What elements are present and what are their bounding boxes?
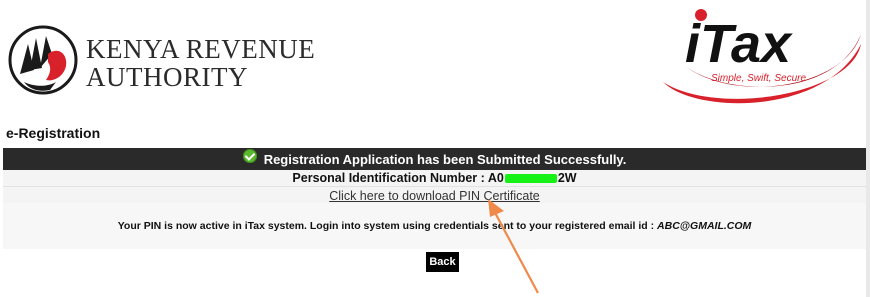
pin-value-end: 2W (557, 171, 577, 185)
org-name-line2: AUTHORITY (86, 62, 248, 92)
info-text: Your PIN is now active in iTax system. L… (117, 220, 658, 232)
itax-tagline: Simple, Swift, Secure (711, 73, 806, 84)
itax-logo-text: iTax (685, 14, 793, 74)
success-message: Registration Application has been Submit… (263, 151, 627, 167)
check-circle-icon (242, 149, 257, 163)
annotation-arrow (488, 199, 539, 294)
success-banner: Registration Application has been Submit… (3, 148, 866, 170)
page-title: e-Registration (6, 125, 101, 141)
registered-email: ABC@GMAIL.COM (657, 220, 752, 232)
org-name-line1: KENYA REVENUE (86, 34, 316, 64)
download-row: Click here to download PIN Certificate (3, 186, 866, 204)
itax-logo: iTax Simple, Swift, Secure (663, 9, 861, 104)
info-message: Your PIN is now active in iTax system. L… (3, 203, 866, 249)
pin-row: Personal Identification Number : A0 2W (3, 170, 866, 186)
kra-lion-logo (8, 25, 78, 95)
back-button[interactable]: Back (426, 252, 459, 272)
pin-value-start: A0 (487, 171, 504, 185)
organization-name: KENYA REVENUE AUTHORITY (86, 35, 315, 91)
pin-redaction-mask (504, 174, 557, 184)
pin-label: Personal Identification Number : (292, 171, 488, 185)
